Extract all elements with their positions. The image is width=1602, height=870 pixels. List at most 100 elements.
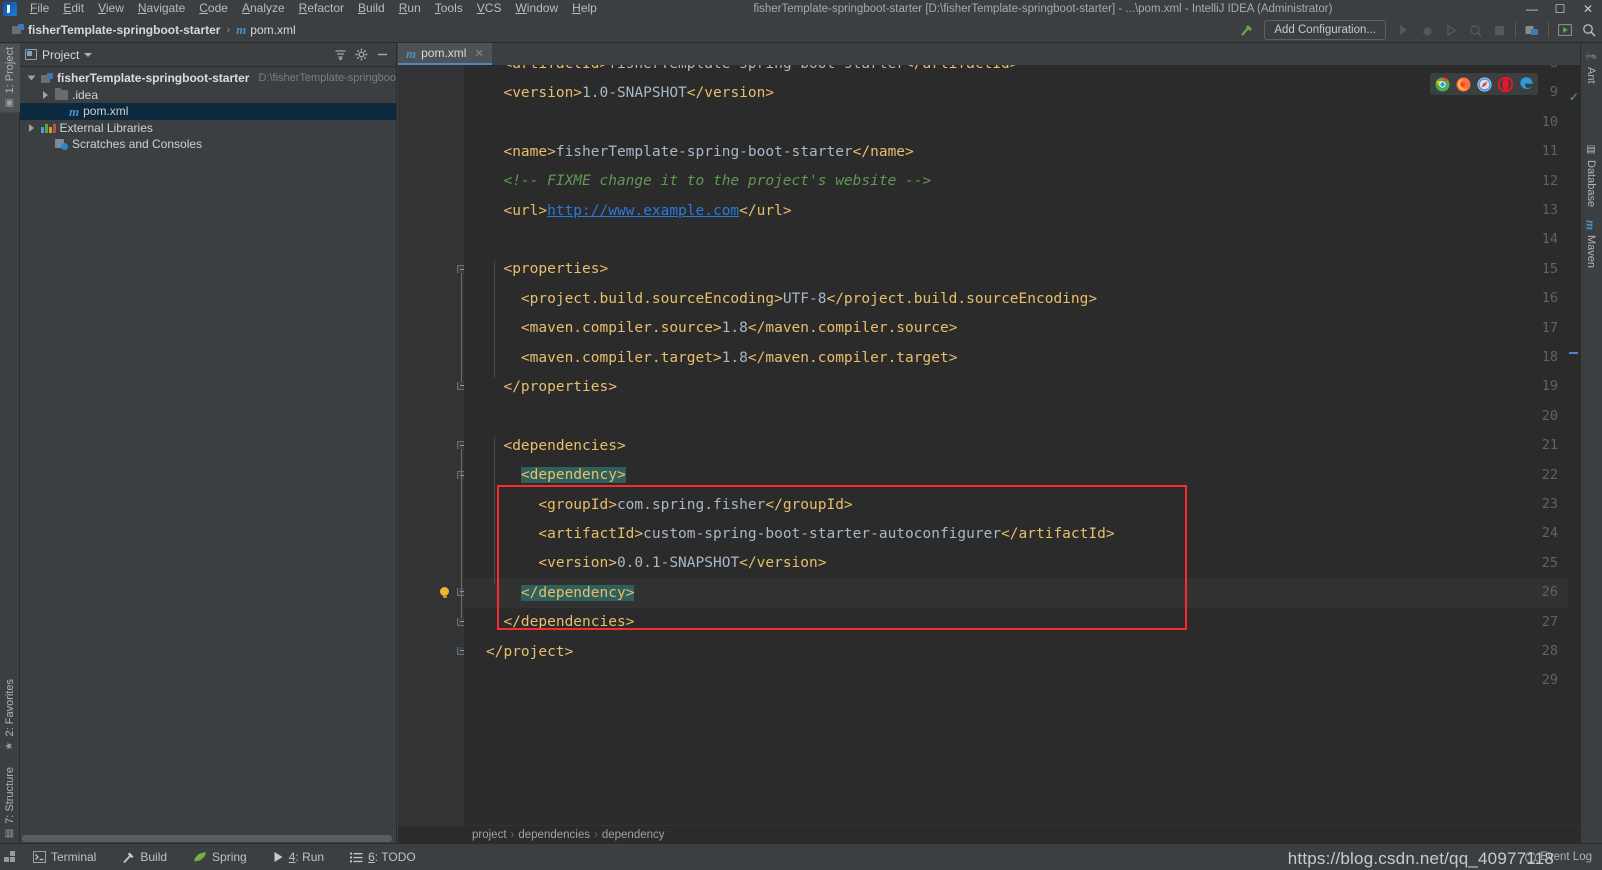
menu-item-view[interactable]: View — [91, 0, 131, 17]
firefox-icon[interactable] — [1456, 77, 1471, 92]
profile-icon[interactable] — [1464, 19, 1486, 41]
menu-item-vcs[interactable]: VCS — [470, 0, 509, 17]
code-line[interactable]: <properties> — [464, 255, 1580, 284]
run-with-coverage-icon[interactable] — [1440, 19, 1462, 41]
hide-panel-button[interactable] — [373, 46, 391, 64]
tool-windows-corner-icon[interactable] — [0, 844, 20, 870]
tab-pom-xml[interactable]: m pom.xml ✕ — [398, 43, 492, 65]
code-line[interactable]: <dependency> — [464, 461, 1580, 490]
menu-item-code[interactable]: Code — [192, 0, 235, 17]
update-project-icon[interactable] — [1554, 19, 1576, 41]
status-bar-item-terminal[interactable]: Terminal — [20, 844, 109, 870]
sidebar-item-label: 1: Project — [4, 47, 16, 94]
status-bar-item-spring[interactable]: Spring — [180, 844, 260, 870]
tree-node-external-libraries[interactable]: External Libraries — [20, 120, 396, 137]
code-line[interactable]: </dependencies> — [464, 608, 1580, 637]
debug-icon[interactable] — [1416, 19, 1438, 41]
code-line[interactable]: <dependencies> — [464, 431, 1580, 460]
run-icon[interactable] — [1392, 19, 1414, 41]
code-line[interactable]: <maven.compiler.source>1.8</maven.compil… — [464, 314, 1580, 343]
expand-triangle-icon[interactable] — [40, 90, 51, 99]
breadcrumb-item-project[interactable]: fisherTemplate-springboot-starter — [8, 21, 224, 39]
menu-item-file[interactable]: File — [23, 0, 56, 17]
code-line[interactable] — [464, 108, 1580, 137]
chrome-icon[interactable] — [1435, 77, 1450, 92]
code-line[interactable] — [464, 666, 1580, 695]
code-editor[interactable]: <artifactId>fisherTemplate-spring-boot-s… — [398, 65, 1580, 825]
code-line[interactable]: </dependency> — [464, 578, 1580, 607]
sidebar-item-database[interactable]: ▤ Database — [1580, 139, 1602, 212]
code-line[interactable]: </project> — [464, 637, 1580, 666]
code-line[interactable] — [464, 225, 1580, 254]
menu-item-tools[interactable]: Tools — [428, 0, 470, 17]
build-hammer-icon[interactable] — [1236, 19, 1258, 41]
status-bar-item-build[interactable]: Build — [109, 844, 180, 870]
expand-triangle-icon[interactable] — [26, 123, 37, 132]
minimize-button[interactable]: — — [1518, 0, 1546, 17]
opera-icon[interactable] — [1497, 76, 1514, 93]
maximize-button[interactable]: ☐ — [1546, 0, 1574, 17]
code-line[interactable]: <artifactId>fisherTemplate-spring-boot-s… — [464, 65, 1580, 78]
code-line[interactable]: </properties> — [464, 372, 1580, 401]
tree-node-label: .idea — [72, 87, 99, 102]
close-button[interactable]: ✕ — [1574, 0, 1602, 17]
collapse-triangle-icon[interactable] — [26, 74, 37, 82]
stripe-marker[interactable] — [1569, 352, 1578, 354]
tree-node-fishertemplate-springboot-starter[interactable]: fisherTemplate-springboot-starter D:\fish… — [20, 70, 396, 87]
tree-node-label: pom.xml — [83, 104, 129, 119]
breadcrumb-item-file[interactable]: m pom.xml — [232, 21, 299, 39]
project-icon: ▣ — [4, 97, 16, 109]
sidebar-item-ant[interactable]: 🐜 Ant — [1580, 45, 1602, 89]
menu-item-refactor[interactable]: Refactor — [292, 0, 351, 17]
sidebar-item-maven[interactable]: m Maven — [1580, 215, 1602, 273]
menu-item-analyze[interactable]: Analyze — [235, 0, 292, 17]
inspection-stripe[interactable]: ✓ — [1568, 87, 1580, 807]
fold-region-line — [461, 272, 462, 383]
project-structure-icon[interactable] — [1521, 19, 1543, 41]
add-configuration-button[interactable]: Add Configuration... — [1264, 20, 1386, 40]
project-panel-title[interactable]: Project — [25, 48, 93, 62]
intention-bulb-icon[interactable] — [440, 587, 449, 599]
collapse-all-button[interactable] — [331, 46, 349, 64]
code-line[interactable]: <version>1.0-SNAPSHOT</version> — [464, 78, 1580, 107]
ant-icon: 🐜 — [1585, 50, 1597, 63]
safari-icon[interactable] — [1477, 77, 1492, 92]
menu-item-window[interactable]: Window — [508, 0, 565, 17]
menu-item-help[interactable]: Help — [565, 0, 604, 17]
code-line[interactable]: <maven.compiler.target>1.8</maven.compil… — [464, 343, 1580, 372]
code-line[interactable]: <url>http://www.example.com</url> — [464, 196, 1580, 225]
search-everywhere-icon[interactable] — [1578, 19, 1600, 41]
window-controls: — ☐ ✕ — [1518, 0, 1602, 17]
code-token: <!-- — [486, 173, 548, 190]
code-line[interactable]: <name>fisherTemplate-spring-boot-starter… — [464, 137, 1580, 166]
menu-item-edit[interactable]: Edit — [56, 0, 91, 17]
code-token: custom-spring-boot-starter-autoconfigure… — [643, 526, 1002, 543]
code-line[interactable]: <version>0.0.1-SNAPSHOT</version> — [464, 549, 1580, 578]
tree-node--idea[interactable]: .idea — [20, 87, 396, 104]
tree-node-scratches-and-consoles[interactable]: Scratches and Consoles — [20, 136, 396, 153]
gear-icon[interactable] — [352, 46, 370, 64]
close-icon[interactable]: ✕ — [474, 47, 483, 60]
status-bar-item-4-run[interactable]: 4: Run — [260, 844, 337, 870]
code-line[interactable]: <artifactId>custom-spring-boot-starter-a… — [464, 519, 1580, 548]
breadcrumb-project[interactable]: project — [468, 829, 511, 841]
stop-icon[interactable] — [1488, 19, 1510, 41]
status-bar-item-6-todo[interactable]: 6: TODO — [337, 844, 429, 870]
code-line[interactable] — [464, 402, 1580, 431]
breadcrumb-dependency[interactable]: dependency — [598, 829, 669, 841]
sidebar-item-favorites[interactable]: ★ 2: Favorites — [0, 675, 20, 755]
code-line[interactable]: <project.build.sourceEncoding>UTF-8</pro… — [464, 284, 1580, 313]
menu-item-run[interactable]: Run — [392, 0, 428, 17]
terminal-icon — [33, 851, 46, 863]
edge-icon[interactable] — [1519, 77, 1533, 91]
breadcrumb-dependencies[interactable]: dependencies — [514, 829, 594, 841]
tree-node-pom-xml[interactable]: m pom.xml — [20, 103, 396, 120]
sidebar-item-structure[interactable]: ▤ 7: Structure — [0, 763, 20, 843]
horizontal-scrollbar[interactable] — [22, 835, 392, 842]
sidebar-item-project[interactable]: ▣ 1: Project — [0, 43, 20, 113]
code-content[interactable]: <artifactId>fisherTemplate-spring-boot-s… — [464, 65, 1580, 825]
menu-item-navigate[interactable]: Navigate — [131, 0, 192, 17]
menu-item-build[interactable]: Build — [351, 0, 392, 17]
code-line[interactable]: <!-- FIXME change it to the project's we… — [464, 167, 1580, 196]
code-line[interactable]: <groupId>com.spring.fisher</groupId> — [464, 490, 1580, 519]
